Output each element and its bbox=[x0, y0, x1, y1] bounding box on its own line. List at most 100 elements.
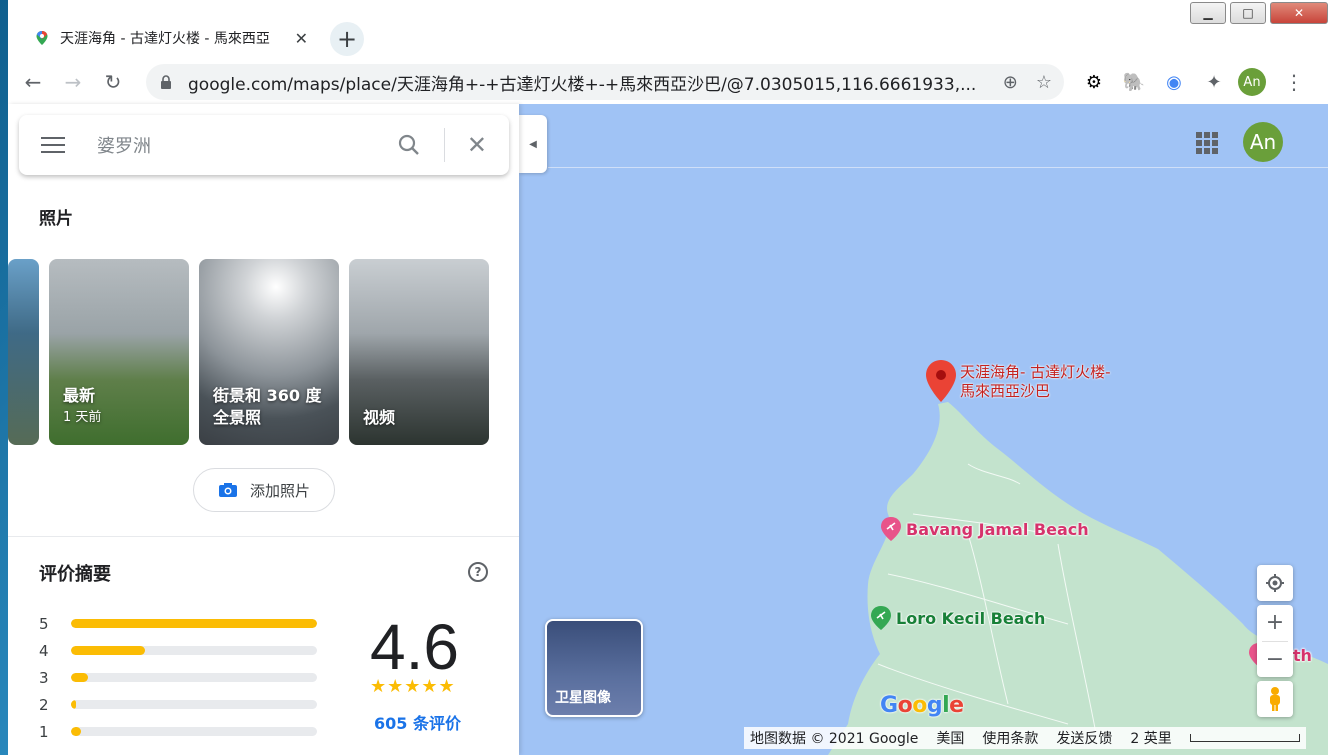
rating-bar-row[interactable]: 5 bbox=[39, 610, 317, 637]
search-input[interactable]: 婆罗洲 bbox=[97, 132, 398, 158]
park-marker-icon bbox=[871, 606, 891, 630]
photo-caption: 视频 bbox=[363, 407, 395, 429]
search-divider bbox=[443, 128, 445, 162]
hamburger-menu-icon[interactable] bbox=[41, 137, 65, 153]
add-photo-label: 添加照片 bbox=[249, 481, 310, 500]
back-arrow-icon[interactable]: ← bbox=[18, 67, 48, 97]
street-view-pegman-icon[interactable] bbox=[1257, 681, 1293, 717]
photo-card[interactable] bbox=[8, 259, 39, 445]
rating-bar-star: 5 bbox=[39, 614, 49, 633]
scale-bar bbox=[1189, 734, 1300, 742]
google-apps-icon[interactable] bbox=[1196, 132, 1218, 154]
zoom-lens-icon[interactable]: ⊕ bbox=[1003, 72, 1018, 93]
rating-bar-track bbox=[71, 700, 317, 709]
rating-bar-row[interactable]: 1 bbox=[39, 718, 317, 745]
extension-gear-icon[interactable]: ⚙ bbox=[1082, 70, 1106, 94]
tab-title: 天涯海角 - 古達灯火楼 - 馬來西亞 bbox=[60, 31, 270, 47]
satellite-toggle[interactable]: 卫星图像 bbox=[545, 619, 643, 717]
address-bar[interactable]: google.com/maps/place/天涯海角+-+古達灯火楼+-+馬來西… bbox=[146, 64, 1064, 100]
browser-tab[interactable]: 天涯海角 - 古達灯火楼 - 馬來西亞 ✕ bbox=[18, 16, 318, 60]
poi-bavang-jamal-beach[interactable]: Bavang Jamal Beach bbox=[880, 516, 1089, 542]
rating-bar-fill bbox=[71, 673, 89, 682]
rating-bar-star: 1 bbox=[39, 722, 49, 741]
photo-card-label: 视频 bbox=[363, 408, 396, 427]
account-avatar[interactable]: An bbox=[1243, 122, 1283, 162]
terms-link[interactable]: 使用条款 bbox=[982, 728, 1038, 748]
average-rating: 4.6 bbox=[370, 611, 459, 683]
map-data-credit: 地图数据 © 2021 Google bbox=[750, 731, 919, 747]
map-top-divider bbox=[548, 167, 1328, 168]
my-location-button[interactable] bbox=[1257, 565, 1293, 601]
photos-heading: 照片 bbox=[39, 209, 73, 229]
rating-distribution: 5 4 3 2 1 bbox=[39, 610, 317, 745]
review-count-link[interactable]: 605 条评价 bbox=[374, 710, 461, 734]
photo-card-street-view[interactable]: 街景和 360 度全景照 bbox=[199, 259, 339, 445]
search-box: 婆罗洲 ✕ bbox=[19, 115, 509, 175]
star-rating-icon: ★★★★★ bbox=[370, 676, 456, 697]
collapse-panel-button[interactable]: ◀ bbox=[519, 115, 547, 173]
reload-icon[interactable]: ↻ bbox=[98, 67, 128, 97]
photo-card-label: 最新 bbox=[63, 386, 96, 405]
rating-bar-fill bbox=[71, 619, 317, 628]
window-close-button[interactable]: ✕ bbox=[1270, 2, 1328, 24]
window-controls: ▁ □ ✕ bbox=[1190, 2, 1328, 24]
evernote-icon[interactable]: 🐘 bbox=[1122, 70, 1146, 94]
browser-window: 天涯海角 - 古達灯火楼 - 馬來西亞 ✕ + ▁ □ ✕ ← → ↻ goog… bbox=[8, 0, 1328, 755]
new-tab-button[interactable]: + bbox=[330, 22, 364, 56]
minimize-button[interactable]: ▁ bbox=[1190, 2, 1226, 24]
globe-extension-icon[interactable]: ◉ bbox=[1162, 70, 1186, 94]
review-summary-heading: 评价摘要 bbox=[39, 564, 111, 585]
place-label[interactable]: 天涯海角- 古達灯火楼- 馬來西亞沙巴 bbox=[960, 363, 1120, 401]
rating-bar-fill bbox=[71, 700, 76, 709]
location-pin-icon[interactable] bbox=[924, 358, 958, 404]
help-icon[interactable]: ? bbox=[468, 562, 488, 582]
rating-bar-row[interactable]: 4 bbox=[39, 637, 317, 664]
rating-bar-star: 3 bbox=[39, 668, 49, 687]
photo-caption: 街景和 360 度全景照 bbox=[213, 385, 331, 429]
bookmark-star-icon[interactable]: ☆ bbox=[1036, 72, 1052, 93]
map-attribution-bar: 地图数据 © 2021 Google 美国 使用条款 发送反馈 2 英里 bbox=[744, 727, 1306, 749]
rating-bar-row[interactable]: 2 bbox=[39, 691, 317, 718]
browser-profile-avatar[interactable]: An bbox=[1238, 68, 1266, 96]
puzzle-extensions-icon[interactable]: ✦ bbox=[1202, 70, 1226, 94]
maps-pin-icon bbox=[36, 31, 48, 45]
rating-bar-star: 4 bbox=[39, 641, 49, 660]
zoom-in-button[interactable]: + bbox=[1257, 605, 1293, 641]
place-side-panel: 婆罗洲 ✕ 照片 最新 1 天前 街景和 360 度全景照 视频 添加照片 评价… bbox=[8, 104, 519, 755]
rating-bar-star: 2 bbox=[39, 695, 49, 714]
crosshair-icon bbox=[1266, 574, 1284, 592]
photo-card-latest[interactable]: 最新 1 天前 bbox=[49, 259, 189, 445]
browser-menu-icon[interactable]: ⋮ bbox=[1284, 70, 1304, 94]
browser-toolbar: ← → ↻ google.com/maps/place/天涯海角+-+古達灯火楼… bbox=[8, 60, 1328, 104]
tab-strip: 天涯海角 - 古達灯火楼 - 馬來西亞 ✕ + ▁ □ ✕ bbox=[8, 0, 1328, 60]
poi-label: Loro Kecil Beach bbox=[896, 608, 1046, 628]
url-text: google.com/maps/place/天涯海角+-+古達灯火楼+-+馬來西… bbox=[188, 74, 977, 95]
beach-marker-icon bbox=[881, 517, 901, 541]
clear-search-icon[interactable]: ✕ bbox=[467, 131, 487, 159]
maximize-button[interactable]: □ bbox=[1230, 2, 1266, 24]
section-divider bbox=[8, 536, 519, 537]
scale-label[interactable]: 2 英里 bbox=[1130, 728, 1171, 748]
rating-bar-fill bbox=[71, 646, 145, 655]
photo-caption: 最新 1 天前 bbox=[63, 385, 101, 429]
photo-card-sublabel: 1 天前 bbox=[63, 410, 102, 425]
rating-bar-track bbox=[71, 646, 317, 655]
rating-bar-row[interactable]: 3 bbox=[39, 664, 317, 691]
zoom-out-button[interactable]: − bbox=[1257, 641, 1293, 677]
camera-icon bbox=[218, 483, 237, 497]
poi-loro-kecil-beach[interactable]: Loro Kecil Beach bbox=[870, 605, 1045, 631]
region-link[interactable]: 美国 bbox=[936, 728, 964, 748]
search-icon[interactable] bbox=[398, 134, 420, 156]
feedback-link[interactable]: 发送反馈 bbox=[1056, 728, 1112, 748]
tab-close-icon[interactable]: ✕ bbox=[295, 29, 308, 48]
rating-bar-track bbox=[71, 673, 317, 682]
photo-card-label: 街景和 360 度全景照 bbox=[213, 386, 322, 427]
forward-arrow-icon[interactable]: → bbox=[58, 67, 88, 97]
satellite-label: 卫星图像 bbox=[555, 690, 611, 706]
google-logo: Google bbox=[880, 693, 964, 718]
photo-card-videos[interactable]: 视频 bbox=[349, 259, 489, 445]
lock-icon bbox=[161, 75, 171, 89]
add-photo-button[interactable]: 添加照片 bbox=[193, 468, 335, 512]
rating-bar-fill bbox=[71, 727, 81, 736]
zoom-controls: + − bbox=[1257, 605, 1293, 677]
